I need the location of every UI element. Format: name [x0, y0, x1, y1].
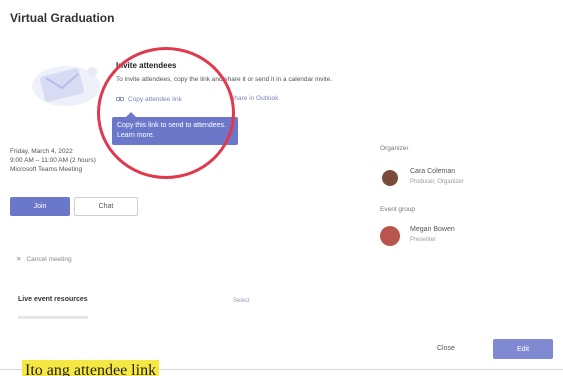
event-time: 9:00 AM – 11:00 AM (2 hours): [10, 157, 96, 164]
event-location: Microsoft Teams Meeting: [10, 166, 83, 173]
organizer-avatar: [382, 170, 398, 186]
organizer-label: Organizer: [380, 145, 409, 152]
cancel-meeting-button[interactable]: ✕ Cancel meeting: [16, 255, 72, 264]
share-outlook-link[interactable]: Share in Outlook: [230, 95, 278, 102]
organizer-name[interactable]: Cara Coleman: [410, 168, 455, 175]
presenter-avatar: [380, 226, 400, 246]
resources-heading: Live event resources: [18, 296, 88, 303]
caption-text: Ito ang attendee link: [22, 360, 160, 376]
join-button[interactable]: Join: [10, 197, 70, 216]
event-date: Friday, March 4, 2022: [10, 148, 73, 155]
highlight-circle-annotation: [97, 47, 235, 179]
faded-content-line: [18, 316, 88, 319]
dialog-title: Virtual Graduation: [10, 11, 115, 25]
caption-overlay: Ito ang attendee link: [22, 360, 160, 376]
close-icon: ✕: [16, 256, 22, 263]
event-group-label: Event group: [380, 206, 416, 213]
chat-button[interactable]: Chat: [74, 197, 138, 216]
close-button[interactable]: Close: [437, 345, 455, 352]
event-details: Friday, March 4, 2022 9:00 AM – 11:00 AM…: [10, 147, 96, 174]
presenter-role: Presenter: [410, 237, 437, 243]
cancel-meeting-label: Cancel meeting: [26, 255, 72, 263]
edit-button[interactable]: Edit: [493, 339, 553, 359]
resources-select-link[interactable]: Select: [233, 298, 250, 304]
organizer-role: Producer, Organizer: [410, 179, 464, 185]
invite-illustration: [32, 66, 100, 106]
presenter-name[interactable]: Megan Bowen: [410, 226, 455, 233]
